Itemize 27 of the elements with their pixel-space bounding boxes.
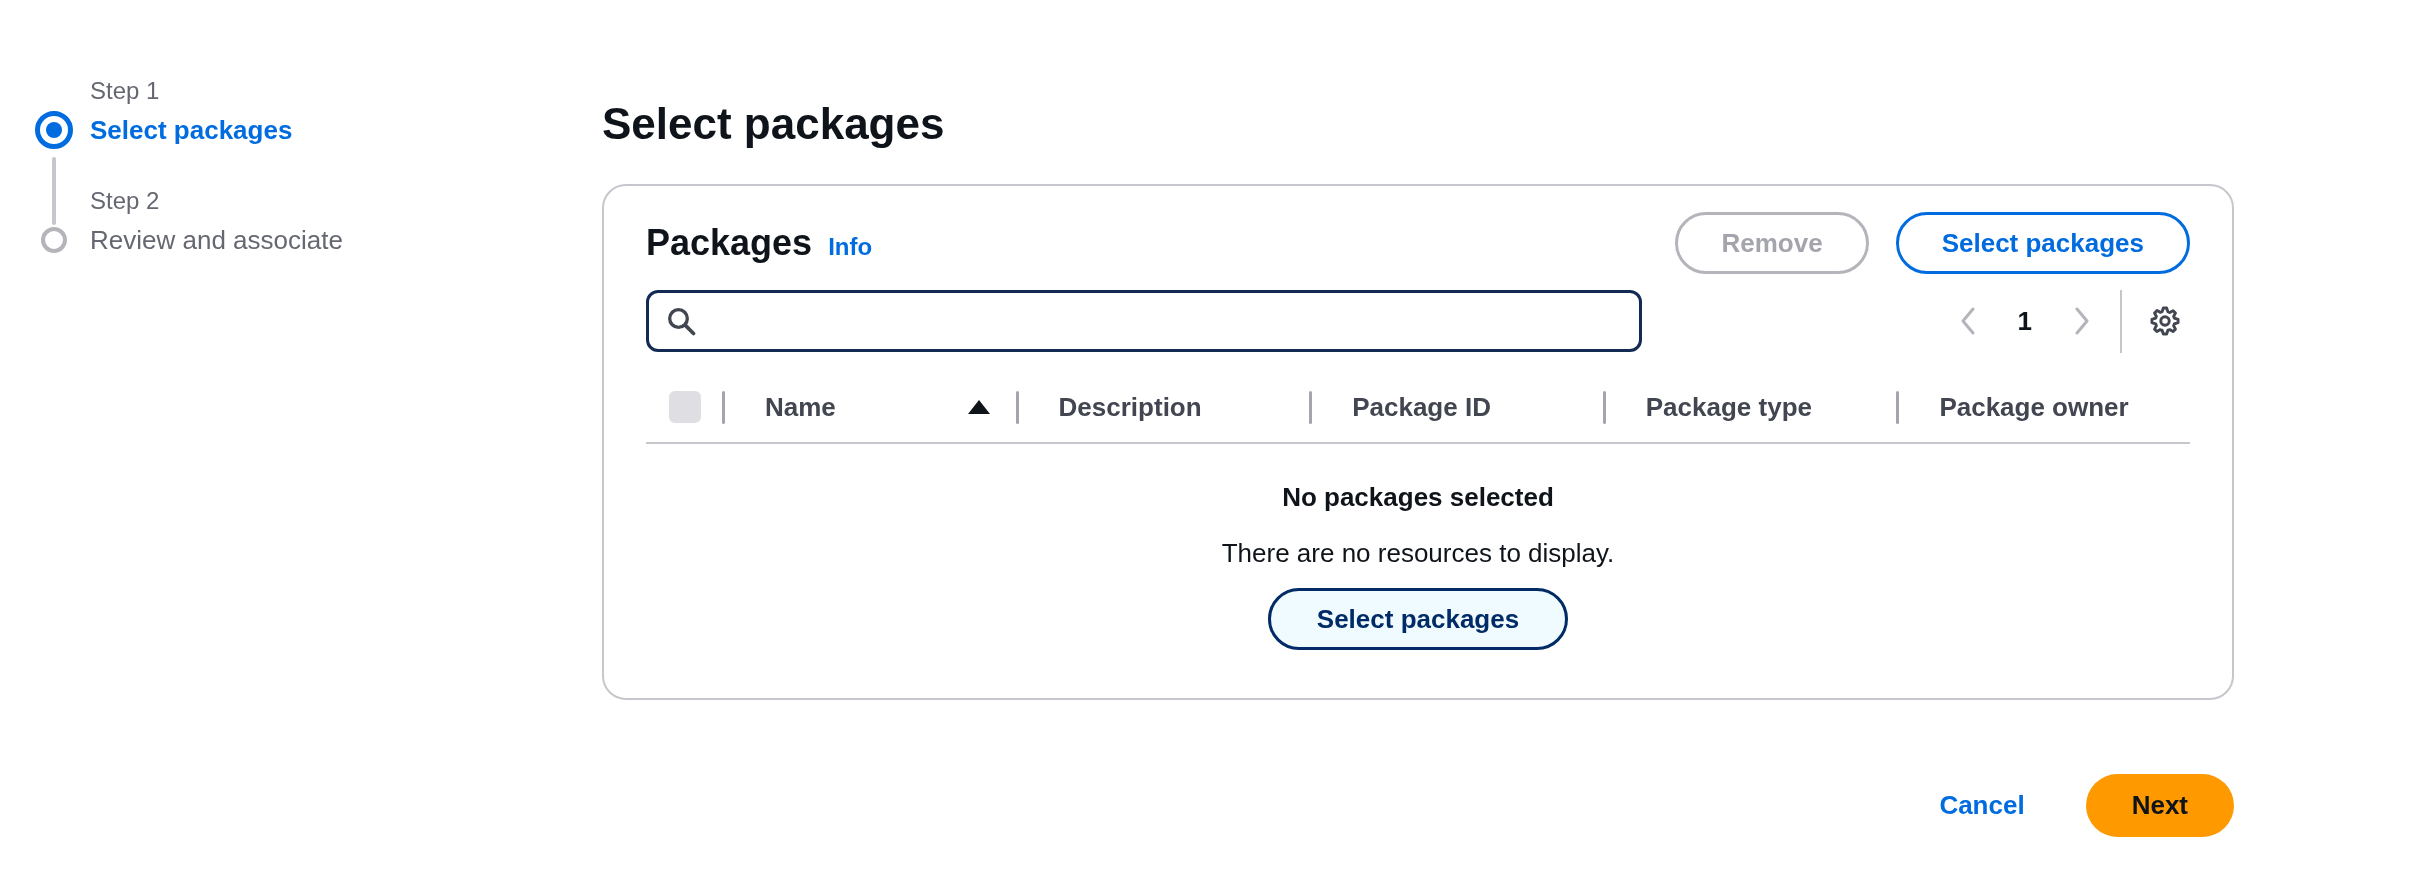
column-header[interactable]: Package owner <box>1939 391 2164 423</box>
step-label: Step 2 <box>90 186 161 216</box>
column-header[interactable]: Package ID <box>1352 391 1577 423</box>
search-icon <box>666 306 696 336</box>
page-title: Select packages <box>602 98 946 150</box>
preferences-button[interactable] <box>2150 306 2180 336</box>
chevron-left-icon <box>1959 307 1976 335</box>
column-header[interactable]: Package type <box>1645 391 1871 423</box>
step-connector <box>52 157 56 225</box>
step-title: Review and associate <box>90 224 343 257</box>
column-header[interactable]: Name <box>765 391 968 423</box>
settings-icon <box>2150 306 2180 336</box>
cancel-button[interactable]: Cancel <box>1919 774 2045 837</box>
step-title: Select packages <box>90 114 294 147</box>
panel-title: Packages <box>646 221 813 265</box>
caret-up-icon[interactable] <box>967 400 990 414</box>
next-button[interactable]: Next <box>2085 774 2234 837</box>
chevron-right-icon <box>2074 307 2090 335</box>
empty-state-message: There are no resources to display. <box>1221 537 1615 570</box>
select-packages-button[interactable]: Select packages <box>1267 588 1569 650</box>
empty-state-title: No packages selected <box>1282 481 1554 514</box>
column-header[interactable]: Description <box>1058 391 1284 423</box>
search-field[interactable] <box>646 290 1642 352</box>
select-packages-button[interactable]: Select packages <box>1895 212 2190 274</box>
step-label: Step 1 <box>90 76 161 106</box>
info-link[interactable]: Info <box>828 233 873 261</box>
page-number[interactable]: 1 <box>2017 305 2032 337</box>
